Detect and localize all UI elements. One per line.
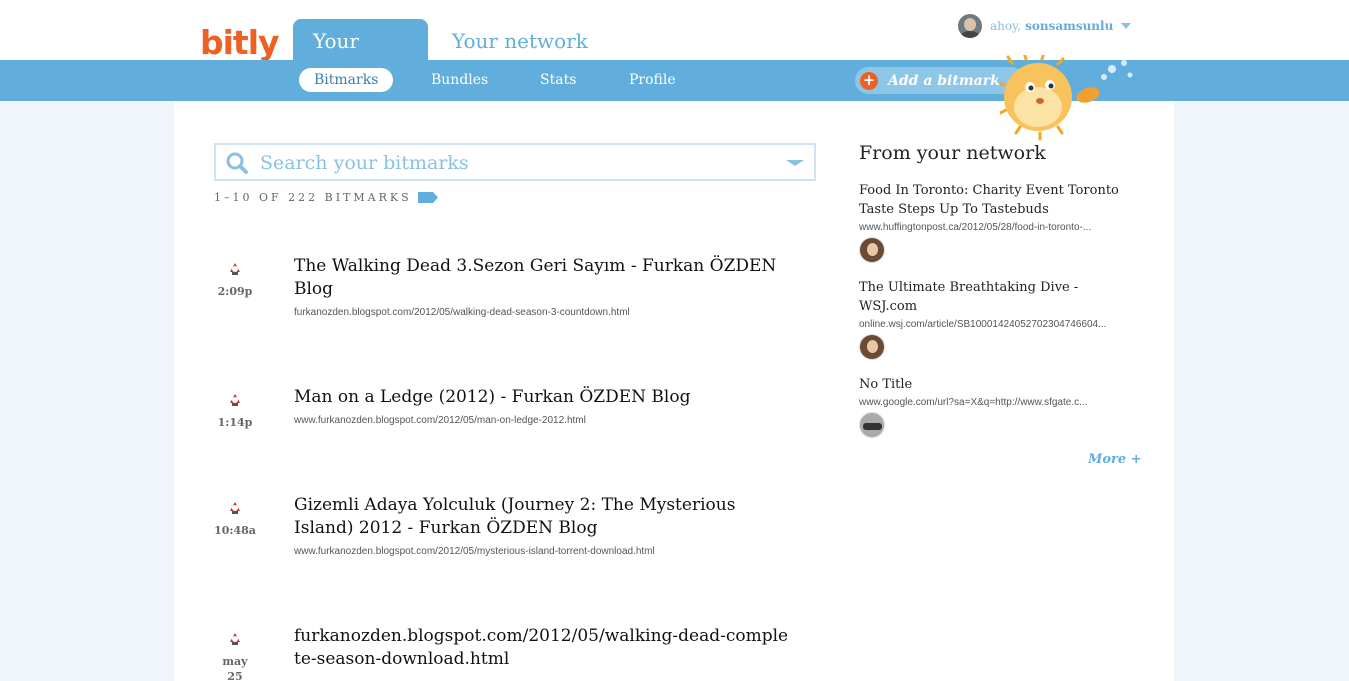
bitmark-time: 2:09p	[217, 285, 253, 298]
network-item-title[interactable]: Food In Toronto: Charity Event Toronto T…	[859, 181, 1121, 219]
bitmark-date-day: 25	[227, 670, 243, 681]
tab-your-network[interactable]: Your network	[432, 19, 608, 60]
favicon-icon	[230, 263, 240, 275]
bitmark-time: may 25	[214, 654, 256, 681]
bitmark-title[interactable]: Man on a Ledge (2012) - Furkan ÖZDEN Blo…	[294, 386, 794, 409]
add-bitmark-label: Add a bitmark	[888, 72, 1000, 89]
bitmark-url[interactable]: furkanozden.blogspot.com/2012/05/walking…	[294, 307, 630, 318]
favicon-icon	[230, 502, 240, 514]
top-header: bitly Your stuff Your network ahoy, sons…	[0, 0, 1349, 97]
more-link[interactable]: More +	[1088, 452, 1142, 467]
chevron-down-icon[interactable]	[1121, 23, 1132, 29]
bitmark-title[interactable]: Gizemli Adaya Yolculuk (Journey 2: The M…	[294, 494, 794, 540]
subtab-stats[interactable]: Stats	[525, 68, 591, 92]
bitmark-meta: 2:09p	[214, 260, 256, 299]
sub-navigation: Bitmarks Bundles Stats Profile + Add a b…	[0, 60, 1349, 101]
favicon-icon	[230, 633, 240, 645]
user-menu[interactable]: ahoy, sonsamsunlu	[958, 14, 1132, 38]
bitmark-title[interactable]: The Walking Dead 3.Sezon Geri Sayım - Fu…	[294, 255, 794, 301]
pufferfish-mascot-icon	[1000, 55, 1133, 141]
network-item-title[interactable]: The Ultimate Breathtaking Dive - WSJ.com	[859, 278, 1121, 316]
bitmark-time: 1:14p	[217, 416, 253, 429]
chevron-down-icon[interactable]	[786, 160, 804, 166]
greeting-text: ahoy,	[990, 19, 1022, 33]
network-item-title[interactable]: No Title	[859, 375, 1121, 394]
subtab-profile[interactable]: Profile	[614, 68, 691, 92]
search-icon[interactable]	[226, 152, 248, 174]
tag-icon[interactable]	[417, 192, 438, 203]
search-input[interactable]	[260, 149, 780, 177]
bitmark-meta: 10:48a	[214, 499, 256, 538]
tab-your-stuff[interactable]: Your stuff	[293, 19, 428, 97]
plus-icon: +	[860, 71, 878, 90]
avatar[interactable]	[859, 334, 885, 360]
user-avatar	[958, 14, 982, 38]
bitmark-meta: 1:14p	[214, 391, 256, 430]
bitly-logo[interactable]: bitly	[200, 24, 280, 62]
network-item[interactable]: The Ultimate Breathtaking Dive - WSJ.com…	[859, 278, 1134, 360]
network-item-url[interactable]: online.wsj.com/article/SB100014240527023…	[859, 319, 1124, 330]
bitmark-count: 1–10 OF 222 BITMARKS	[214, 191, 438, 204]
bitmark-meta: may 25	[214, 630, 256, 681]
subtab-bitmarks[interactable]: Bitmarks	[299, 68, 394, 92]
avatar[interactable]	[859, 237, 885, 263]
username: sonsamsunlu	[1025, 19, 1114, 33]
network-item[interactable]: Food In Toronto: Charity Event Toronto T…	[859, 181, 1134, 263]
favicon-icon	[230, 394, 240, 406]
bitmark-time: 10:48a	[214, 524, 256, 537]
subtab-bundles[interactable]: Bundles	[416, 68, 503, 92]
network-item-url[interactable]: www.google.com/url?sa=X&q=http://www.sfg…	[859, 397, 1124, 408]
network-item-url[interactable]: www.huffingtonpost.ca/2012/05/28/food-in…	[859, 222, 1124, 233]
bitmark-count-label: 1–10 OF 222 BITMARKS	[214, 191, 412, 204]
bitmark-url[interactable]: www.furkanozden.blogspot.com/2012/05/mys…	[294, 546, 655, 557]
bitmark-date-month: may	[222, 655, 248, 668]
search-bar	[214, 143, 816, 181]
bitmark-title[interactable]: furkanozden.blogspot.com/2012/05/walking…	[294, 625, 794, 671]
bitmark-url[interactable]: www.furkanozden.blogspot.com/2012/05/man…	[294, 415, 586, 426]
sidebar-title: From your network	[859, 142, 1046, 164]
network-item[interactable]: No Title www.google.com/url?sa=X&q=http:…	[859, 375, 1134, 438]
avatar[interactable]	[859, 412, 885, 438]
